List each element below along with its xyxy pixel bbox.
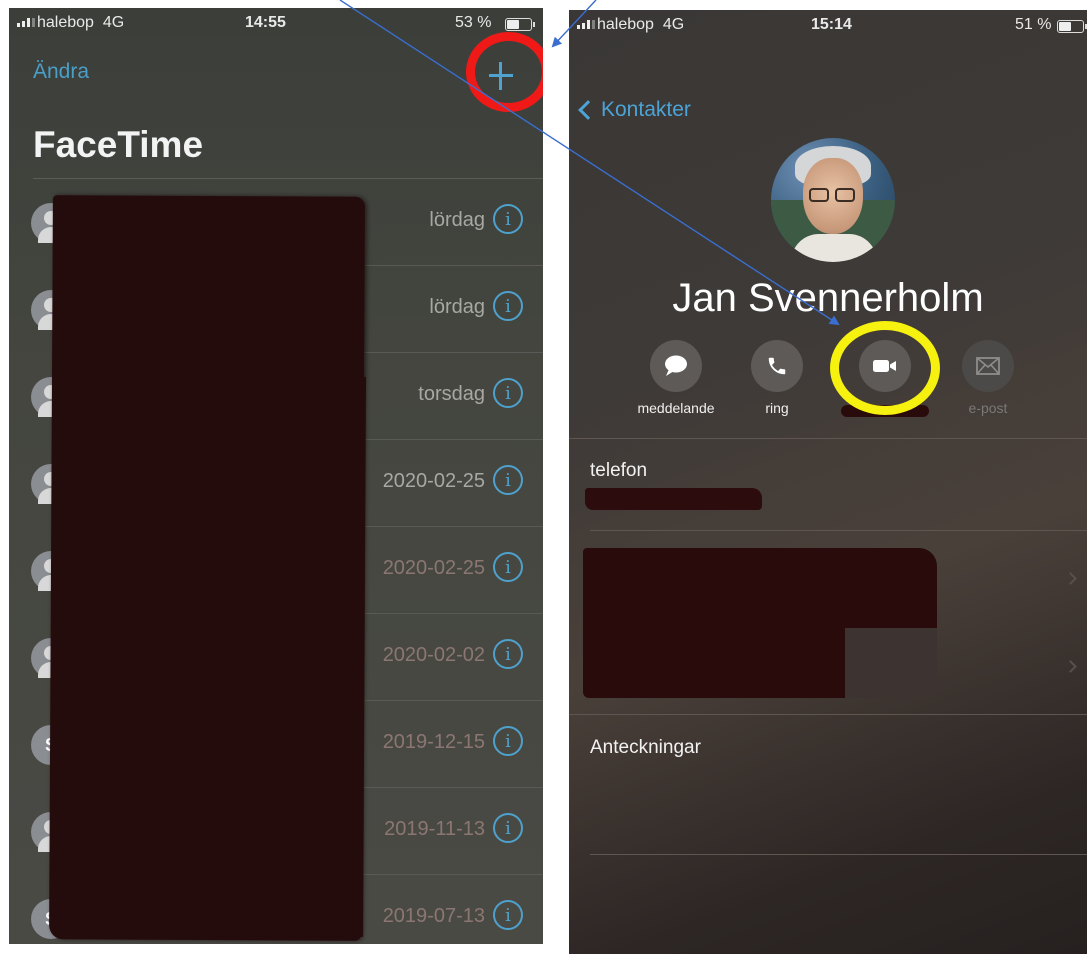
divider xyxy=(590,854,1087,855)
chevron-right-icon[interactable] xyxy=(1064,660,1077,673)
battery-percent: 51 % xyxy=(1015,16,1052,33)
signal-icon xyxy=(17,18,35,27)
battery-icon xyxy=(505,18,535,31)
info-icon[interactable]: i xyxy=(493,552,523,582)
divider xyxy=(590,530,1087,531)
phone-field-label: telefon xyxy=(590,460,648,481)
carrier-label: halebop 4G xyxy=(37,14,125,31)
redaction-overlay xyxy=(583,548,937,698)
info-icon[interactable]: i xyxy=(493,204,523,234)
envelope-icon xyxy=(962,340,1014,392)
call-action[interactable]: ring xyxy=(722,340,832,416)
call-date: 2019-11-13 xyxy=(384,818,485,840)
facetime-screen: halebop 4G 14:55 53 % Ändra FaceTime lör… xyxy=(9,8,543,944)
back-label: Kontakter xyxy=(601,98,691,121)
redaction-overlay xyxy=(585,488,762,510)
back-to-contacts-link[interactable]: Kontakter xyxy=(578,98,691,122)
message-icon xyxy=(650,340,702,392)
info-icon[interactable]: i xyxy=(493,465,523,495)
info-icon[interactable]: i xyxy=(493,726,523,756)
status-bar: halebop 4G 14:55 53 % xyxy=(9,8,543,42)
page-title: FaceTime xyxy=(33,124,204,165)
status-bar: halebop 4G 15:14 51 % xyxy=(569,10,1087,44)
email-action[interactable]: e-post xyxy=(933,340,1043,416)
call-date: lördag xyxy=(429,209,485,231)
call-date: lördag xyxy=(429,296,485,318)
status-time: 14:55 xyxy=(245,14,286,31)
call-date: torsdag xyxy=(418,383,485,405)
divider xyxy=(569,438,1087,439)
email-label: e-post xyxy=(968,400,1008,416)
yellow-highlight-circle xyxy=(830,321,940,415)
phone-icon xyxy=(751,340,803,392)
chevron-right-icon[interactable] xyxy=(1064,572,1077,585)
redaction-overlay xyxy=(49,195,367,941)
red-highlight-circle xyxy=(466,32,543,112)
notes-field-label[interactable]: Anteckningar xyxy=(590,737,701,759)
signal-icon xyxy=(577,20,595,29)
call-date: 2020-02-02 xyxy=(382,644,485,666)
call-date: 2019-07-13 xyxy=(382,905,485,927)
call-date: 2020-02-25 xyxy=(382,470,485,492)
status-time: 15:14 xyxy=(811,16,852,33)
message-label: meddelande xyxy=(637,400,715,416)
battery-percent: 53 % xyxy=(455,14,492,31)
info-icon[interactable]: i xyxy=(493,378,523,408)
call-label: ring xyxy=(765,400,789,416)
edit-button[interactable]: Ändra xyxy=(33,60,89,84)
call-date: 2020-02-25 xyxy=(382,557,485,579)
info-icon[interactable]: i xyxy=(493,639,523,669)
info-icon[interactable]: i xyxy=(493,291,523,321)
battery-icon xyxy=(1057,20,1087,33)
contact-avatar xyxy=(771,138,895,262)
call-date: 2019-12-15 xyxy=(382,731,485,753)
contact-name: Jan Svennerholm xyxy=(672,276,984,320)
message-action[interactable]: meddelande xyxy=(621,340,731,416)
info-icon[interactable]: i xyxy=(493,900,523,930)
info-icon[interactable]: i xyxy=(493,813,523,843)
carrier-label: halebop 4G xyxy=(597,16,685,33)
contact-screen: halebop 4G 15:14 51 % Kontakter Jan Sven… xyxy=(569,10,1087,954)
chevron-left-icon xyxy=(578,100,598,120)
divider xyxy=(569,714,1087,715)
